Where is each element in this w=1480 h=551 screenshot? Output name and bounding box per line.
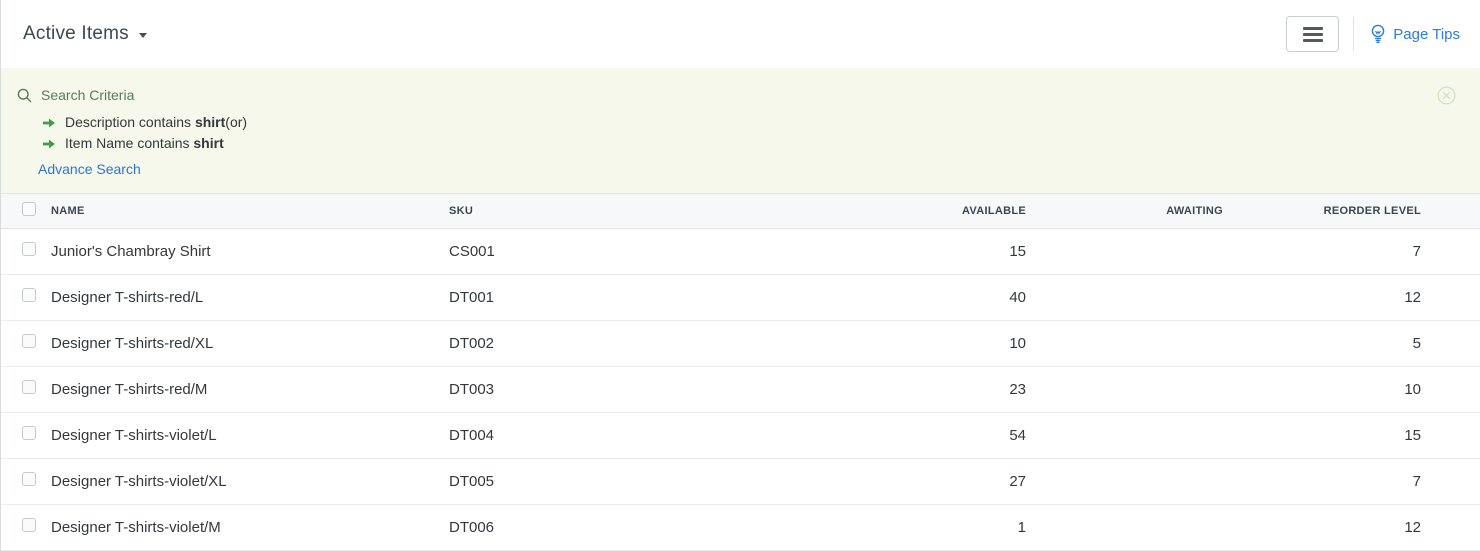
lightbulb-icon	[1370, 24, 1386, 44]
row-checkbox[interactable]	[22, 242, 36, 256]
table-row[interactable]: Designer T-shirts-red/M DT003 23 10	[1, 366, 1480, 412]
row-checkbox[interactable]	[22, 334, 36, 348]
item-available: 23	[729, 366, 1026, 412]
column-header-awaiting: AWAITING	[1026, 194, 1223, 228]
page-title-dropdown[interactable]: Active Items	[23, 23, 147, 45]
table-row[interactable]: Designer T-shirts-violet/XL DT005 27 7	[1, 458, 1480, 504]
table-row[interactable]: Designer T-shirts-violet/M DT006 1 12	[1, 504, 1480, 550]
arrow-right-icon	[43, 139, 55, 149]
item-sku: DT004	[449, 412, 729, 458]
column-header-available: AVAILABLE	[729, 194, 1026, 228]
item-reorder-level: 5	[1223, 320, 1480, 366]
items-table: NAME SKU AVAILABLE AWAITING REORDER LEVE…	[1, 194, 1480, 551]
row-checkbox[interactable]	[22, 472, 36, 486]
search-icon	[17, 88, 32, 103]
column-header-reorder-level: REORDER LEVEL	[1223, 194, 1480, 228]
item-available: 1	[729, 504, 1026, 550]
item-available: 54	[729, 412, 1026, 458]
item-reorder-level: 12	[1223, 504, 1480, 550]
search-criteria-banner: Search Criteria Description contains shi…	[1, 68, 1480, 194]
item-available: 15	[729, 228, 1026, 274]
item-reorder-level: 12	[1223, 274, 1480, 320]
item-sku: DT006	[449, 504, 729, 550]
select-all-checkbox[interactable]	[22, 202, 36, 216]
table-row[interactable]: Designer T-shirts-red/L DT001 40 12	[1, 274, 1480, 320]
close-icon[interactable]	[1437, 86, 1456, 105]
arrow-right-icon	[43, 118, 55, 128]
row-checkbox[interactable]	[22, 518, 36, 532]
item-name: Designer T-shirts-violet/XL	[51, 458, 449, 504]
item-reorder-level: 10	[1223, 366, 1480, 412]
active-items-page: Active Items Page Tips	[1, 0, 1480, 551]
table-row[interactable]: Junior's Chambray Shirt CS001 15 7	[1, 228, 1480, 274]
topbar: Active Items Page Tips	[1, 0, 1480, 68]
item-awaiting	[1026, 412, 1223, 458]
table-row[interactable]: Designer T-shirts-red/XL DT002 10 5	[1, 320, 1480, 366]
row-checkbox[interactable]	[22, 426, 36, 440]
criteria-list: Description contains shirt(or) Item Name…	[43, 112, 1456, 154]
table-row[interactable]: Designer T-shirts-violet/L DT004 54 15	[1, 412, 1480, 458]
criteria-text: Item Name contains shirt	[65, 133, 224, 154]
item-available: 40	[729, 274, 1026, 320]
item-sku: DT005	[449, 458, 729, 504]
item-awaiting	[1026, 458, 1223, 504]
table-header-row: NAME SKU AVAILABLE AWAITING REORDER LEVE…	[1, 194, 1480, 228]
chevron-down-icon	[139, 33, 147, 38]
item-reorder-level: 7	[1223, 228, 1480, 274]
item-awaiting	[1026, 320, 1223, 366]
item-sku: CS001	[449, 228, 729, 274]
item-sku: DT002	[449, 320, 729, 366]
criteria-text: Description contains shirt(or)	[65, 112, 247, 133]
search-criteria-title: Search Criteria	[17, 86, 1456, 105]
item-name: Junior's Chambray Shirt	[51, 228, 449, 274]
criteria-item: Description contains shirt(or)	[43, 112, 1456, 133]
hamburger-icon	[1303, 27, 1323, 42]
item-name: Designer T-shirts-red/XL	[51, 320, 449, 366]
page-title: Active Items	[23, 23, 129, 45]
item-name: Designer T-shirts-violet/L	[51, 412, 449, 458]
row-checkbox[interactable]	[22, 380, 36, 394]
item-awaiting	[1026, 274, 1223, 320]
item-name: Designer T-shirts-violet/M	[51, 504, 449, 550]
column-header-sku: SKU	[449, 194, 729, 228]
item-available: 27	[729, 458, 1026, 504]
item-available: 10	[729, 320, 1026, 366]
item-sku: DT003	[449, 366, 729, 412]
menu-button[interactable]	[1286, 16, 1339, 52]
divider	[1353, 17, 1354, 51]
item-name: Designer T-shirts-red/L	[51, 274, 449, 320]
criteria-item: Item Name contains shirt	[43, 133, 1456, 154]
item-awaiting	[1026, 228, 1223, 274]
item-reorder-level: 15	[1223, 412, 1480, 458]
advance-search-link[interactable]: Advance Search	[38, 160, 141, 179]
search-criteria-label: Search Criteria	[41, 86, 134, 105]
item-reorder-level: 7	[1223, 458, 1480, 504]
page-tips-link[interactable]: Page Tips	[1370, 24, 1460, 44]
item-name: Designer T-shirts-red/M	[51, 366, 449, 412]
column-header-name: NAME	[51, 194, 449, 228]
row-checkbox[interactable]	[22, 288, 36, 302]
item-awaiting	[1026, 366, 1223, 412]
page-tips-label: Page Tips	[1393, 26, 1460, 43]
topbar-actions: Page Tips	[1286, 16, 1460, 52]
item-awaiting	[1026, 504, 1223, 550]
item-sku: DT001	[449, 274, 729, 320]
